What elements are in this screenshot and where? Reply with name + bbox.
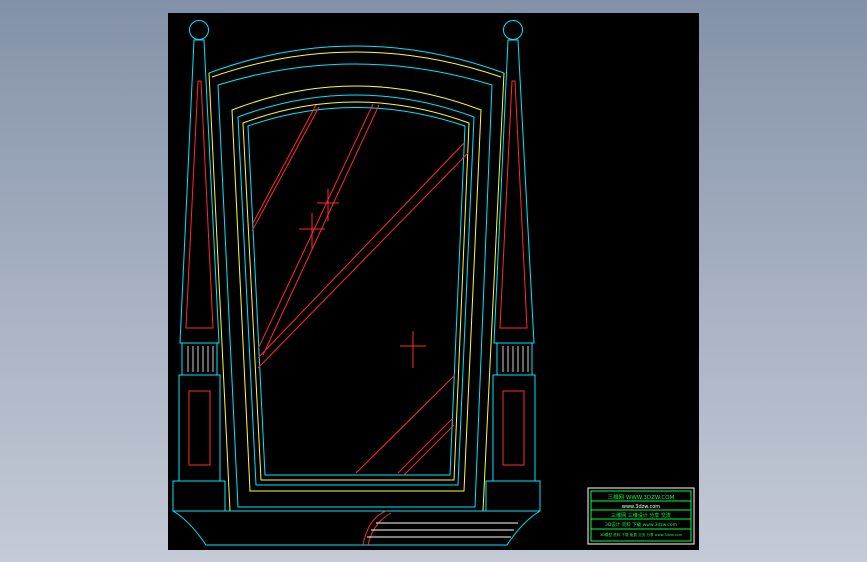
right-pedestal-panel [502,390,525,466]
title-block: 三维网 WWW.3DZW.COM www.3dzw.com 三维网 三维设计 分… [587,487,695,545]
right-finial-ball [503,20,523,40]
cad-drawing-canvas[interactable]: 三维网 WWW.3DZW.COM www.3dzw.com 三维网 三维设计 分… [168,13,699,550]
title-block-line3: 三维网 三维设计 分享 交流 [611,512,671,519]
right-plinth [485,480,541,512]
left-pedestal-panel [188,390,211,466]
glass-reflection-hatch [251,103,469,476]
frame-arch-inner [242,101,470,481]
left-spire [179,39,220,344]
mirror-elevation-drawing: 三维网 WWW.3DZW.COM www.3dzw.com 三维网 三维设计 分… [172,20,695,546]
base-left-profile [172,510,358,546]
title-block-line1: 三维网 WWW.3DZW.COM [608,493,675,501]
frame-arch-outer [231,85,482,492]
mirror-frame [208,45,505,512]
right-post [485,20,541,512]
sparkle-2 [299,213,325,249]
title-block-line2: www.3dzw.com [622,504,660,510]
left-finial-ball [189,20,209,40]
frame-outer-crown [208,45,505,74]
right-fluted-neck [496,342,533,376]
left-flutes [187,346,214,372]
base-molding-lines [367,522,518,538]
left-post [172,20,226,512]
title-block-line4: 3D设计 资料 下载 www.3dzw.com [605,521,677,528]
base-scroll-ornament [362,510,392,546]
mirror-glass-edge [247,107,466,476]
sparkle-3 [400,331,426,368]
base [172,510,541,546]
right-flutes [502,346,529,372]
title-block-line5: 3D模型 资料 下载 免费 交流 分享 www.3dzw.com [600,532,683,537]
right-spire [493,39,535,344]
left-plinth [172,480,226,512]
left-fluted-neck [181,342,218,376]
